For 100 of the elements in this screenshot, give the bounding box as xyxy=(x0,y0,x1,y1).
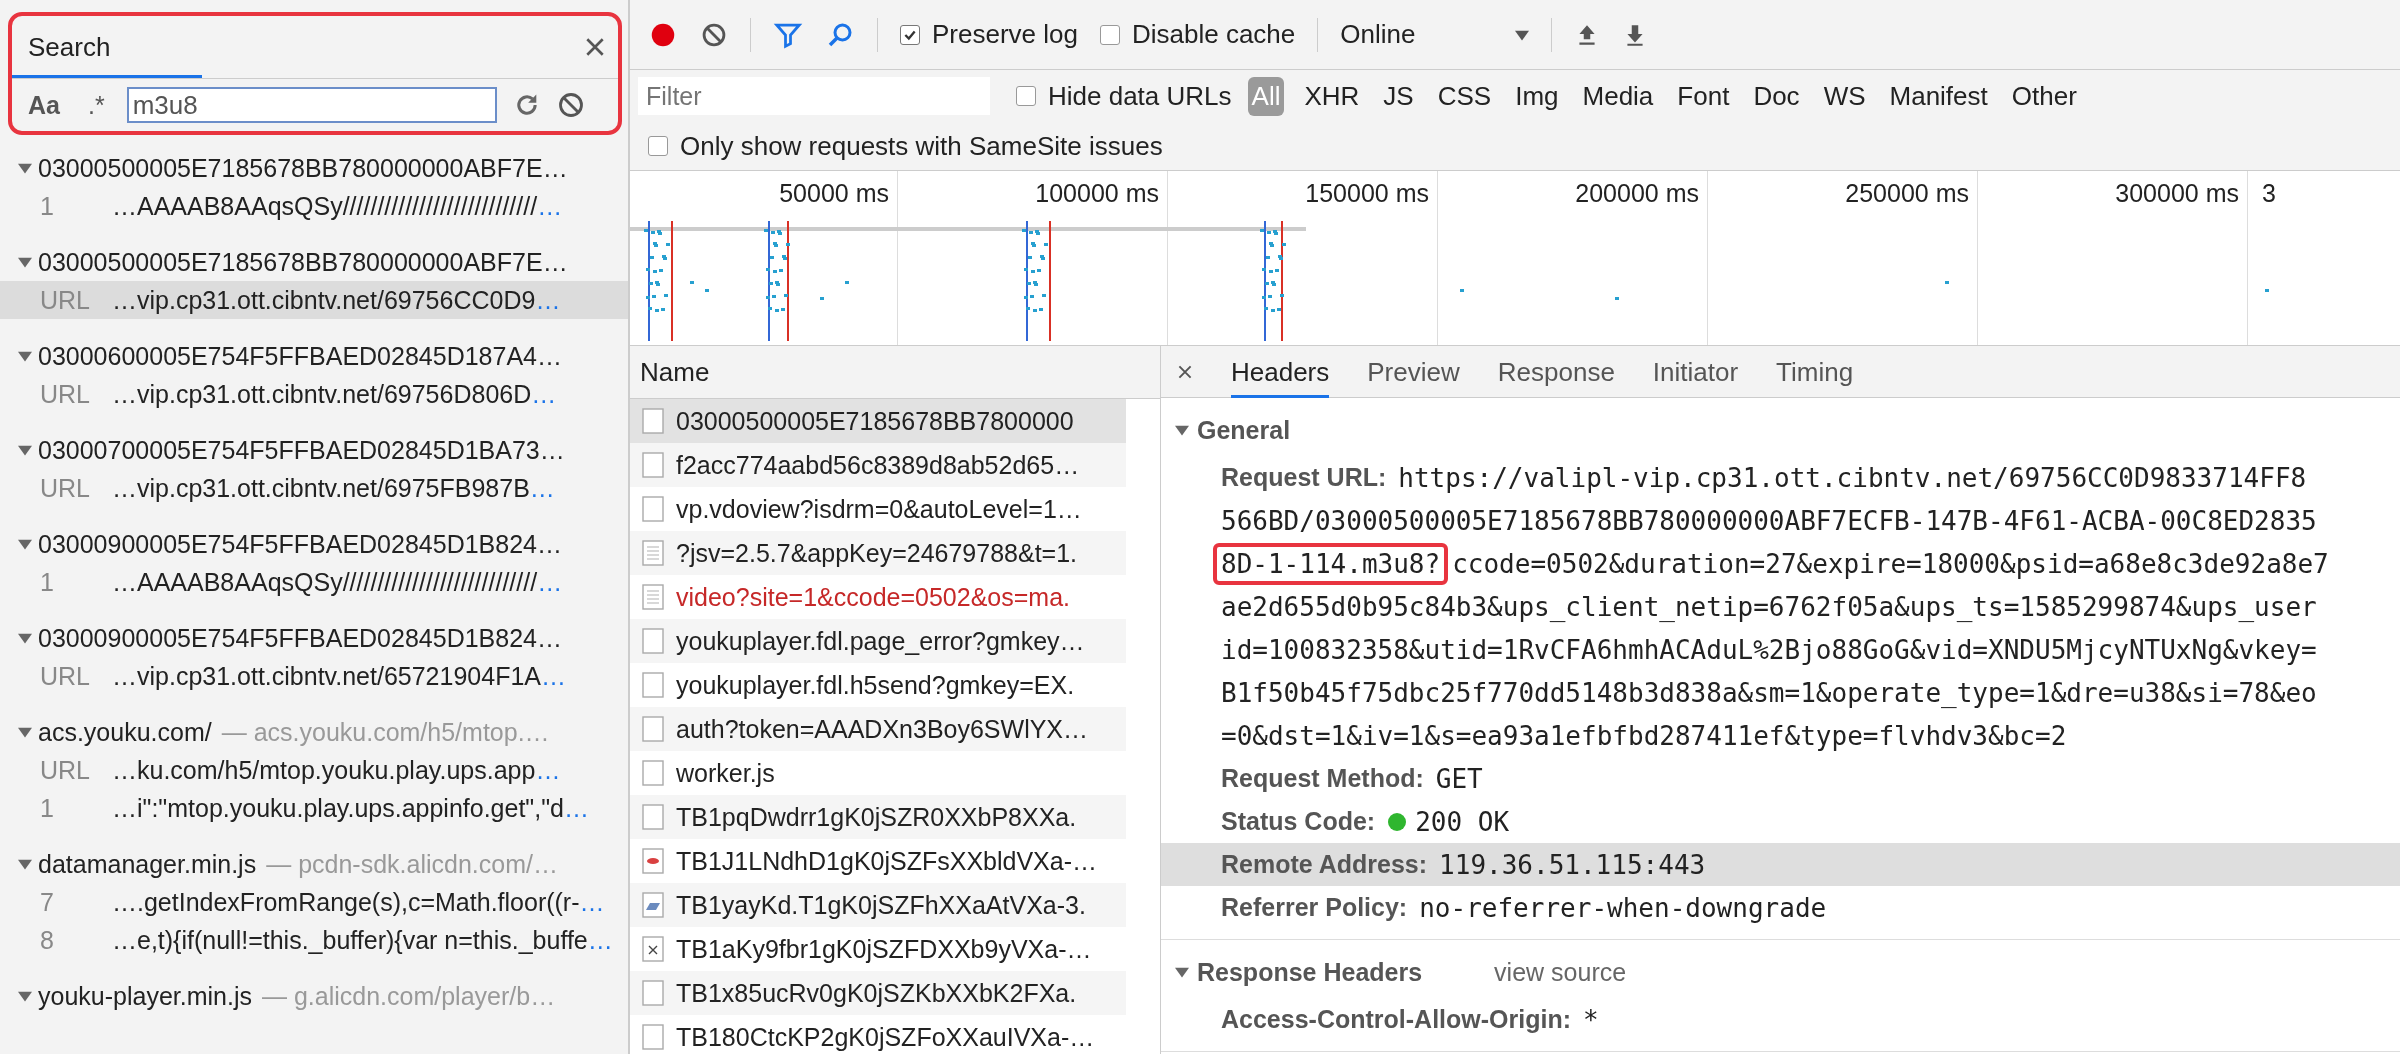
detail-tab[interactable]: Response xyxy=(1497,345,1615,398)
match-text[interactable]: …vip.cp31.ott.cibntv.net/65721904F1A xyxy=(112,661,541,691)
match-text[interactable]: …vip.cp31.ott.cibntv.net/69756CC0D9 xyxy=(112,285,536,315)
type-filter-button[interactable]: Img xyxy=(1511,76,1563,116)
request-row[interactable]: TB180CtcKP2gK0jSZFoXXauIVXa-… xyxy=(630,1015,1126,1054)
expand-triangle-icon[interactable] xyxy=(1175,965,1189,979)
result-file-name[interactable]: acs.youku.com/ xyxy=(38,717,212,747)
match-text[interactable]: …vip.cp31.ott.cibntv.net/6975FB987B xyxy=(112,473,530,503)
type-filter-button[interactable]: CSS xyxy=(1433,76,1496,116)
result-file-source: — pcdn-sdk.alicdn.com/… xyxy=(266,849,558,879)
detail-tab[interactable]: Initiator xyxy=(1652,345,1739,398)
more-ellipsis: … xyxy=(541,661,566,691)
url-text: ae2d655d0b95c84b3&ups_client_netip=6762f05a&ups_ts=1585299874&ups_user xyxy=(1220,590,2318,624)
match-line-label: URL xyxy=(40,285,91,315)
request-row[interactable]: f2acc774aabd56c8389d8ab52d65… xyxy=(630,443,1126,487)
match-text[interactable]: ….getIndexFromRange(s),c=Math.floor((r- xyxy=(112,887,580,917)
expand-triangle-icon[interactable] xyxy=(18,857,32,871)
match-case-toggle[interactable]: Aa xyxy=(22,90,66,120)
request-row[interactable]: auth?token=AAADXn3Boy6SWlYX… xyxy=(630,707,1126,751)
request-row[interactable]: youkuplayer.fdl.page_error?gmkey… xyxy=(630,619,1126,663)
section-title[interactable]: General xyxy=(1197,415,1291,445)
match-text[interactable]: …e,t){if(null!=this._buffer){var n=this._buffe xyxy=(112,925,588,955)
result-file-name[interactable]: 03000700005E754F5FFBAED02845D1BA73… xyxy=(38,435,565,465)
expand-triangle-icon[interactable] xyxy=(18,349,32,363)
type-filter-button[interactable]: XHR xyxy=(1300,76,1364,116)
type-filter-button[interactable]: Doc xyxy=(1749,76,1804,116)
type-filter-button[interactable]: Manifest xyxy=(1885,76,1992,116)
request-row[interactable]: 03000500005E7185678BB7800000 xyxy=(630,399,1126,443)
header-value: no-referrer-when-downgrade xyxy=(1419,892,1827,923)
type-filter-button[interactable]: Media xyxy=(1578,76,1658,116)
expand-triangle-icon[interactable] xyxy=(18,631,32,645)
samesite-checkbox[interactable]: Only show requests with SameSite issues xyxy=(648,130,1163,162)
more-ellipsis: … xyxy=(563,793,589,823)
result-file-name[interactable]: 03000600005E754F5FFBAED02845D187A4… xyxy=(38,341,562,371)
url-text: B1f50b45f75dbc25f770dd5148b3d838a&sm=1&operate_type=1&dre=u38&si=78&eo xyxy=(1220,676,2318,710)
clear-icon[interactable] xyxy=(556,91,585,119)
disable-cache-checkbox[interactable]: Disable cache xyxy=(1099,19,1296,50)
request-row[interactable]: ?jsv=2.5.7&appKey=24679788&t=1. xyxy=(630,531,1126,575)
request-row[interactable]: TB1x85ucRv0gK0jSZKbXXbK2FXa. xyxy=(630,971,1126,1015)
search-tab[interactable]: Search xyxy=(12,16,202,78)
file-icon xyxy=(642,716,664,742)
expand-triangle-icon[interactable] xyxy=(18,443,32,457)
match-text[interactable]: …vip.cp31.ott.cibntv.net/69756D806D xyxy=(112,379,532,409)
type-filter-button[interactable]: JS xyxy=(1379,76,1418,116)
more-ellipsis: … xyxy=(531,379,557,409)
search-field[interactable]: m3u8 xyxy=(126,87,497,123)
match-text[interactable]: …ku.com/h5/mtop.youku.play.ups.app xyxy=(112,755,536,785)
image-file-icon xyxy=(642,848,664,874)
expand-triangle-icon[interactable] xyxy=(1175,423,1189,437)
result-file-name[interactable]: 03000900005E754F5FFBAED02845D1B824… xyxy=(38,623,562,653)
picture-file-icon xyxy=(642,892,664,918)
result-file-source: — g.alicdn.com/player/b… xyxy=(262,981,556,1011)
text-file-icon xyxy=(642,584,664,610)
type-filter-button[interactable]: WS xyxy=(1819,76,1870,116)
type-filter-button[interactable]: Other xyxy=(2007,76,2081,116)
time-tick-label: 3 xyxy=(2262,179,2276,208)
request-row[interactable]: worker.js xyxy=(630,751,1126,795)
result-file-name[interactable]: 03000500005E7185678BB780000000ABF7E… xyxy=(38,153,568,183)
time-tick-label: 250000 ms xyxy=(1845,179,1969,208)
request-row[interactable]: video?site=1&ccode=0502&os=ma. xyxy=(630,575,1126,619)
detail-tab[interactable]: Headers xyxy=(1231,345,1330,398)
detail-tab[interactable]: Preview xyxy=(1367,345,1460,398)
expand-triangle-icon[interactable] xyxy=(18,725,32,739)
request-row[interactable]: vp.vdoview?isdrm=0&autoLevel=1… xyxy=(630,487,1126,531)
regex-toggle[interactable]: .* xyxy=(81,90,111,120)
expand-triangle-icon[interactable] xyxy=(18,255,32,269)
result-file-name[interactable]: youku-player.min.js xyxy=(38,981,252,1011)
result-file-name[interactable]: datamanager.min.js xyxy=(38,849,257,879)
expand-triangle-icon[interactable] xyxy=(18,161,32,175)
request-row[interactable]: TB1aKy9fbr1gK0jSZFDXXb9yVXa-… xyxy=(630,927,1126,971)
request-row[interactable]: TB1yayKd.T1gK0jSZFhXXaAtVXa-3. xyxy=(630,883,1126,927)
request-row[interactable]: youkuplayer.fdl.h5send?gmkey=EX. xyxy=(630,663,1126,707)
time-tick-label: 150000 ms xyxy=(1305,179,1429,208)
throttling-dropdown[interactable]: Online xyxy=(1340,19,1530,50)
filter-field[interactable]: Filter xyxy=(638,77,990,115)
match-text[interactable]: …AAAAB8AAqsQSy//////////////////////////// xyxy=(112,191,538,221)
match-text[interactable]: …i":"mtop.youku.play.ups.appinfo.get","d xyxy=(112,793,564,823)
expand-triangle-icon[interactable] xyxy=(18,989,32,1003)
detail-tab[interactable]: Timing xyxy=(1776,345,1854,398)
more-ellipsis: … xyxy=(537,567,563,597)
file-icon xyxy=(642,1024,664,1050)
time-tick-label: 300000 ms xyxy=(2115,179,2239,208)
status-dot-icon xyxy=(1387,811,1408,832)
expand-triangle-icon[interactable] xyxy=(18,537,32,551)
time-tick-label: 200000 ms xyxy=(1575,179,1699,208)
request-row[interactable]: TB1J1LNdhD1gK0jSZFsXXbldVXa-… xyxy=(630,839,1126,883)
header-label: Request URL: xyxy=(1221,463,1387,492)
close-icon[interactable] xyxy=(1177,363,1193,380)
section-title[interactable]: Response Headers xyxy=(1197,957,1423,987)
hide-data-urls-checkbox[interactable]: Hide data URLs xyxy=(1016,80,1232,112)
view-source-link[interactable]: view source xyxy=(1494,957,1627,987)
result-file-name[interactable]: 03000500005E7185678BB780000000ABF7E… xyxy=(38,247,568,277)
name-column-header[interactable]: Name xyxy=(630,346,1160,399)
preserve-log-checkbox[interactable]: Preserve log xyxy=(900,19,1078,50)
match-line-label: 1 xyxy=(40,793,55,823)
type-filter-button[interactable]: Font xyxy=(1673,76,1734,116)
result-file-name[interactable]: 03000900005E754F5FFBAED02845D1B824… xyxy=(38,529,562,559)
request-row[interactable]: TB1pqDwdrr1gK0jSZR0XXbP8XXa. xyxy=(630,795,1126,839)
match-text[interactable]: …AAAAB8AAqsQSy//////////////////////////// xyxy=(112,567,538,597)
close-icon[interactable] xyxy=(584,36,606,58)
